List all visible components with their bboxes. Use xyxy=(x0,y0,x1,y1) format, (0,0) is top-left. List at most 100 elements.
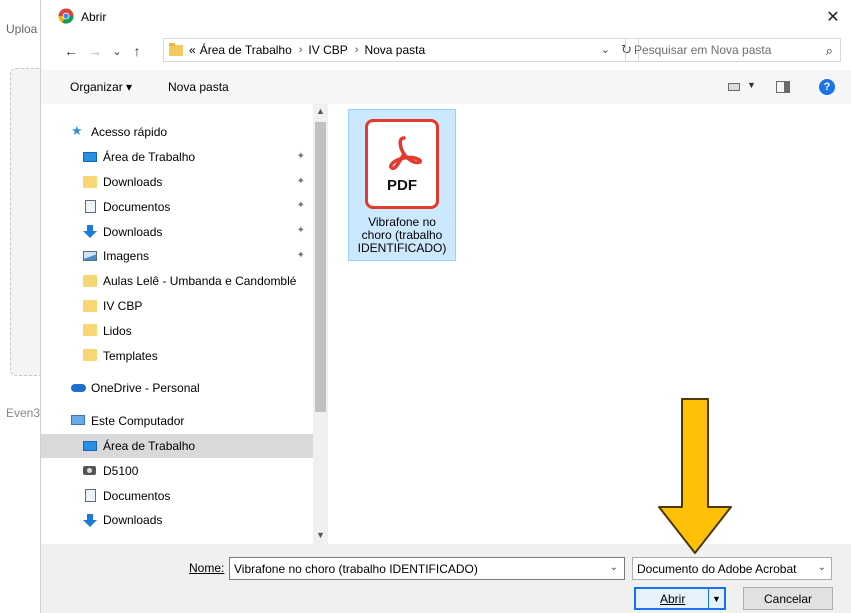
arrow-up-icon: ↑ xyxy=(133,43,141,59)
open-button-label: Abrir xyxy=(660,592,686,606)
sidebar-item-label: Downloads xyxy=(103,174,163,189)
navigation-list: ★ Acesso rápido Área de Trabalho ✦ Downloads… xyxy=(41,120,313,533)
file-type-select[interactable]: Documento do Adobe Acrobat ⌄ xyxy=(632,557,832,580)
sidebar-item[interactable]: Documentos xyxy=(41,483,313,508)
breadcrumb-separator-icon[interactable]: › xyxy=(299,44,303,56)
open-split-dropdown-icon[interactable]: ▼ xyxy=(708,589,724,608)
breadcrumb-area-de-trabalho[interactable]: Área de Trabalho xyxy=(200,43,292,57)
sidebar-item-label: Documentos xyxy=(103,488,171,503)
search-placeholder: Pesquisar em Nova pasta xyxy=(634,43,772,57)
chevron-down-icon[interactable]: ⌄ xyxy=(818,562,826,573)
sidebar-item[interactable]: Área de Trabalho ✦ xyxy=(41,145,313,170)
file-name-input[interactable]: Vibrafone no choro (trabalho IDENTIFICAD… xyxy=(229,557,625,580)
scroll-up-icon[interactable]: ▲ xyxy=(316,106,325,116)
open-button[interactable]: Abrir ▼ xyxy=(634,587,726,610)
scrollbar-thumb[interactable] xyxy=(315,122,326,412)
sidebar-item[interactable]: Templates xyxy=(41,343,313,368)
sidebar-item-label: Este Computador xyxy=(91,414,185,429)
preview-pane-icon[interactable] xyxy=(776,81,790,93)
sidebar-item[interactable]: OneDrive - Personal xyxy=(41,376,313,401)
dialog-titlebar[interactable]: Abrir ✕ xyxy=(41,0,851,34)
view-dropdown-icon[interactable]: ▼ xyxy=(747,80,756,90)
new-folder-button[interactable]: Nova pasta xyxy=(168,80,229,94)
cancel-button[interactable]: Cancelar xyxy=(743,587,833,610)
background-upload-label: Uploa xyxy=(6,22,38,36)
sidebar-item[interactable]: IV CBP xyxy=(41,294,313,319)
search-input[interactable]: Pesquisar em Nova pasta ⌕ xyxy=(625,38,841,62)
pin-icon[interactable]: ✦ xyxy=(297,151,305,162)
desktop-icon xyxy=(83,440,97,451)
sidebar-item[interactable]: Downloads ✦ xyxy=(41,170,313,195)
cancel-button-label: Cancelar xyxy=(763,591,813,606)
pin-icon[interactable]: ✦ xyxy=(297,225,305,236)
chrome-icon xyxy=(58,8,74,24)
acrobat-logo-icon xyxy=(389,136,423,170)
command-toolbar: Organizar ▾ Nova pasta ▼ ? xyxy=(41,70,851,104)
view-options-icon[interactable] xyxy=(728,83,740,91)
image-icon xyxy=(83,250,97,261)
sidebar-item-label: Imagens xyxy=(103,249,150,264)
sidebar-item[interactable]: Área de Trabalho xyxy=(41,433,313,459)
sidebar-item-label: Área de Trabalho xyxy=(103,438,196,453)
organize-menu-button[interactable]: Organizar ▾ xyxy=(70,80,132,94)
document-icon xyxy=(85,489,96,503)
navigation-scrollbar[interactable]: ▲ ▼ xyxy=(313,104,328,544)
pin-icon[interactable]: ✦ xyxy=(297,200,305,211)
file-list-pane: PDF Vibrafone no choro (trabalho IDENTIF… xyxy=(331,104,851,544)
search-icon[interactable]: ⌕ xyxy=(826,43,833,59)
close-icon: ✕ xyxy=(826,9,840,26)
sidebar-item[interactable]: Este Computador xyxy=(41,409,313,434)
pin-icon[interactable]: ✦ xyxy=(297,250,305,261)
pdf-file-icon: PDF xyxy=(365,119,439,209)
document-icon xyxy=(85,200,96,214)
sidebar-item[interactable]: Aulas Lelê - Umbanda e Candomblé xyxy=(41,269,313,294)
address-dropdown-icon[interactable]: ⌄ xyxy=(601,43,610,56)
sidebar-item[interactable]: Documentos ✦ xyxy=(41,194,313,219)
folder-icon xyxy=(83,299,97,312)
address-row: ← → ⌄ ↑ « Área de Trabalho › IV CBP › No… xyxy=(41,38,851,64)
up-button[interactable]: ↑ xyxy=(127,41,147,61)
sidebar-item[interactable]: Downloads xyxy=(41,508,313,533)
forward-button[interactable]: → xyxy=(85,41,105,61)
sidebar-item[interactable]: Downloads ✦ xyxy=(41,219,313,244)
arrow-right-icon: → xyxy=(88,43,102,59)
file-name-label: Nome: xyxy=(189,561,224,575)
dialog-title: Abrir xyxy=(81,10,107,24)
breadcrumb-nova-pasta[interactable]: Nova pasta xyxy=(364,43,425,57)
file-type-value: Documento do Adobe Acrobat xyxy=(637,561,797,576)
arrow-left-icon: ← xyxy=(64,43,78,59)
sidebar-item-label: D5100 xyxy=(103,463,139,478)
background-footer-label: Even3 xyxy=(6,406,41,420)
pdf-type-badge: PDF xyxy=(387,177,417,194)
download-icon xyxy=(83,225,97,239)
address-bar[interactable]: « Área de Trabalho › IV CBP › Nova pasta… xyxy=(163,38,639,62)
close-button[interactable]: ✕ xyxy=(815,0,851,34)
chevron-down-icon: ⌄ xyxy=(112,45,122,58)
breadcrumb-separator-icon[interactable]: › xyxy=(355,44,359,56)
sidebar-item[interactable]: D5100 xyxy=(41,458,313,483)
desktop-icon xyxy=(83,151,97,162)
star-icon: ★ xyxy=(71,123,83,138)
help-icon[interactable]: ? xyxy=(819,79,835,95)
annotation-arrow-icon xyxy=(658,398,732,554)
folder-icon xyxy=(83,349,97,362)
folder-icon xyxy=(83,324,97,337)
recent-locations-button[interactable]: ⌄ xyxy=(107,41,127,61)
sidebar-item[interactable]: Imagens ✦ xyxy=(41,244,313,269)
sidebar-item[interactable]: Lidos xyxy=(41,318,313,343)
sidebar-item-label: Documentos xyxy=(103,199,171,214)
breadcrumb-iv-cbp[interactable]: IV CBP xyxy=(308,43,347,57)
sidebar-item-label: IV CBP xyxy=(103,298,143,313)
cloud-icon xyxy=(71,383,86,392)
file-name-line: IDENTIFICADO) xyxy=(357,241,447,255)
chevron-down-icon[interactable]: ⌄ xyxy=(610,562,618,573)
scroll-down-icon[interactable]: ▼ xyxy=(316,530,325,540)
back-button[interactable]: ← xyxy=(61,41,81,61)
file-item-selected[interactable]: PDF Vibrafone no choro (trabalho IDENTIF… xyxy=(348,109,456,261)
sidebar-item[interactable]: ★ Acesso rápido xyxy=(41,120,313,145)
download-icon xyxy=(83,513,97,527)
breadcrumb-overflow[interactable]: « xyxy=(189,43,196,57)
open-file-dialog: Abrir ✕ ← → ⌄ ↑ « Área de Trabalho › IV … xyxy=(40,0,851,613)
pin-icon[interactable]: ✦ xyxy=(297,176,305,187)
computer-icon xyxy=(71,414,85,425)
